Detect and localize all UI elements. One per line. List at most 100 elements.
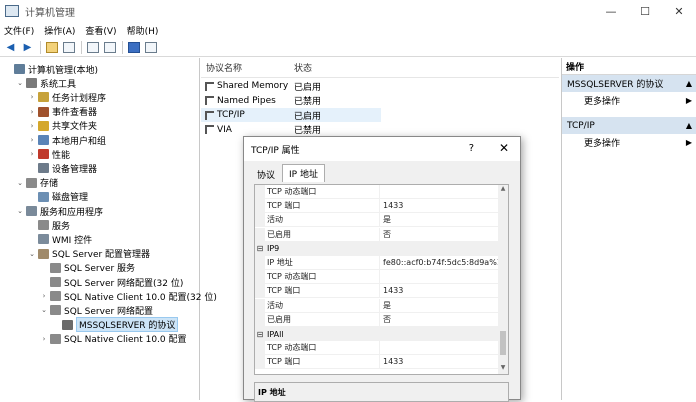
tree-item[interactable]: ⌄ 存储 [16,176,58,190]
tree-item[interactable]: 磁盘管理 [28,190,88,204]
tree-item[interactable]: ⌄ 系统工具 [16,76,76,90]
expanded-arrow-icon[interactable]: ⌄ [40,306,48,314]
protocol-icon [205,81,214,91]
property-category[interactable]: ⊟ IP9 [255,241,499,256]
menu-action[interactable]: 操作(A) [44,24,75,37]
tree-item[interactable]: › 本地用户和组 [28,133,106,147]
protocol-row[interactable]: Shared Memory 已启用 [201,79,381,93]
tree-item[interactable]: SQL Server 服务 [40,261,135,275]
tree-item[interactable]: WMI 控件 [28,232,92,246]
expanded-arrow-icon[interactable]: ⌄ [16,179,24,187]
menu-file[interactable]: 文件(F) [4,24,34,37]
protocol-row[interactable]: VIA 已禁用 [201,123,381,137]
forward-arrow-icon[interactable]: ▶ [20,40,35,54]
show-hide-tree-icon[interactable] [61,40,76,54]
tcpip-properties-dialog: TCP/IP 属性 ? ✕ 协议 IP 地址 TCP 动态端口 TCP 端口 143… [243,136,521,402]
protocol-row[interactable]: TCP/IP 已启用 [201,108,381,123]
protocol-row[interactable]: Named Pipes 已禁用 [201,94,381,108]
tree-item[interactable]: › 事件查看器 [28,105,97,119]
dialog-close-button[interactable]: ✕ [499,141,509,155]
tree-item[interactable]: › 任务计划程序 [28,90,106,104]
help-icon[interactable] [126,40,141,54]
property-value[interactable]: 1433 [383,357,403,366]
collapse-icon[interactable]: ▲ [686,79,692,88]
tree-item[interactable]: 服务 [28,218,70,232]
collapsed-arrow-icon[interactable]: › [28,122,36,130]
export-list-icon[interactable] [102,40,117,54]
category-label: IP9 [267,244,280,254]
up-folder-icon[interactable] [44,40,59,54]
scroll-up-icon[interactable]: ▲ [498,185,508,195]
tree-item[interactable]: › SQL Native Client 10.0 配置 [40,332,187,346]
tree-item-label: SQL Server 配置管理器 [52,250,151,261]
expanded-arrow-icon[interactable]: ⌄ [16,79,24,87]
property-row[interactable]: TCP 端口 1433 [255,284,499,299]
property-value[interactable]: fe80::acf0:b74f:5dc5:8d9a%18 [383,258,507,267]
tree-item[interactable]: SQL Server 网络配置(32 位) [40,275,183,289]
close-button[interactable]: ✕ [662,0,696,22]
column-protocol-name[interactable]: 协议名称 [206,61,242,74]
actions-section-tcpip[interactable]: TCP/IP ▲ [562,117,696,134]
menu-view[interactable]: 查看(V) [85,24,116,37]
collapsed-arrow-icon[interactable]: › [28,93,36,101]
tree-item[interactable]: 计算机管理(本地) [4,62,98,76]
property-value[interactable]: 1433 [383,286,403,295]
property-value[interactable]: 是 [383,300,391,311]
scroll-down-icon[interactable]: ▼ [498,364,508,374]
tree-item[interactable]: ⌄ 服务和应用程序 [16,204,103,218]
property-value[interactable]: 是 [383,214,391,225]
collapse-icon[interactable]: ⊟ [255,244,265,253]
collapsed-arrow-icon[interactable]: › [40,292,48,300]
property-row[interactable]: TCP 端口 1433 [255,355,499,370]
tree-item[interactable]: › SQL Native Client 10.0 配置(32 位) [40,289,217,303]
disk-icon [38,191,49,202]
property-grid-scrollbar[interactable]: ▲ ▼ [498,185,508,374]
expanded-arrow-icon[interactable]: ⌄ [16,207,24,215]
properties-icon[interactable] [85,40,100,54]
column-status[interactable]: 状态 [294,61,312,74]
tree-item-label: SQL Server 网络配置(32 位) [64,278,184,289]
collapse-icon[interactable]: ▲ [686,121,692,130]
more-actions-protocols[interactable]: 更多操作 ▶ [562,92,696,108]
more-actions-tcpip[interactable]: 更多操作 ▶ [562,134,696,150]
property-row[interactable]: 活动 是 [255,213,499,228]
property-row[interactable]: TCP 动态端口 [255,270,499,285]
collapsed-arrow-icon[interactable]: › [28,136,36,144]
property-key: 活动 [267,215,283,225]
property-category[interactable]: ⊟ IPAll [255,327,499,341]
property-row[interactable]: 已启用 否 [255,312,499,327]
tab-protocol[interactable]: 协议 [250,166,282,182]
actions-section-protocols[interactable]: MSSQLSERVER 的协议 ▲ [562,75,696,92]
maximize-button[interactable]: ☐ [628,0,662,22]
property-row[interactable]: TCP 动态端口 [255,341,499,356]
collapsed-arrow-icon[interactable]: › [28,150,36,158]
tree-item[interactable]: › 性能 [28,147,70,161]
tab-ip-address[interactable]: IP 地址 [282,164,325,182]
property-row[interactable]: TCP 动态端口 [255,185,499,199]
tree-item[interactable]: › 共享文件夹 [28,119,97,133]
console-pane-icon[interactable] [143,40,158,54]
property-value[interactable]: 否 [383,314,391,325]
tree-item[interactable]: 设备管理器 [28,161,97,175]
property-row[interactable]: TCP 端口 1433 [255,199,499,214]
network-icon [50,305,61,316]
tree-item[interactable]: MSSQLSERVER 的协议 [52,317,179,333]
tree-item[interactable]: ⌄ SQL Server 网络配置 [40,303,153,317]
property-key: TCP 动态端口 [267,272,317,282]
scroll-thumb[interactable] [500,331,506,355]
property-value[interactable]: 1433 [383,201,403,210]
dialog-help-button[interactable]: ? [469,143,474,154]
property-row[interactable]: IP 地址 fe80::acf0:b74f:5dc5:8d9a%18 [255,256,507,270]
property-row[interactable]: 已启用 否 [255,227,499,242]
menu-help[interactable]: 帮助(H) [127,24,159,37]
collapsed-arrow-icon[interactable]: › [40,335,48,343]
expanded-arrow-icon[interactable]: ⌄ [28,250,36,258]
tree-item[interactable]: ⌄ SQL Server 配置管理器 [28,247,150,261]
back-arrow-icon[interactable]: ◀ [3,40,18,54]
minimize-button[interactable]: — [594,0,628,22]
property-row[interactable]: 活动 是 [255,298,499,313]
collapse-icon[interactable]: ⊟ [255,330,265,339]
property-value[interactable]: 否 [383,229,391,240]
collapsed-arrow-icon[interactable]: › [28,108,36,116]
grid-margin [255,298,265,313]
